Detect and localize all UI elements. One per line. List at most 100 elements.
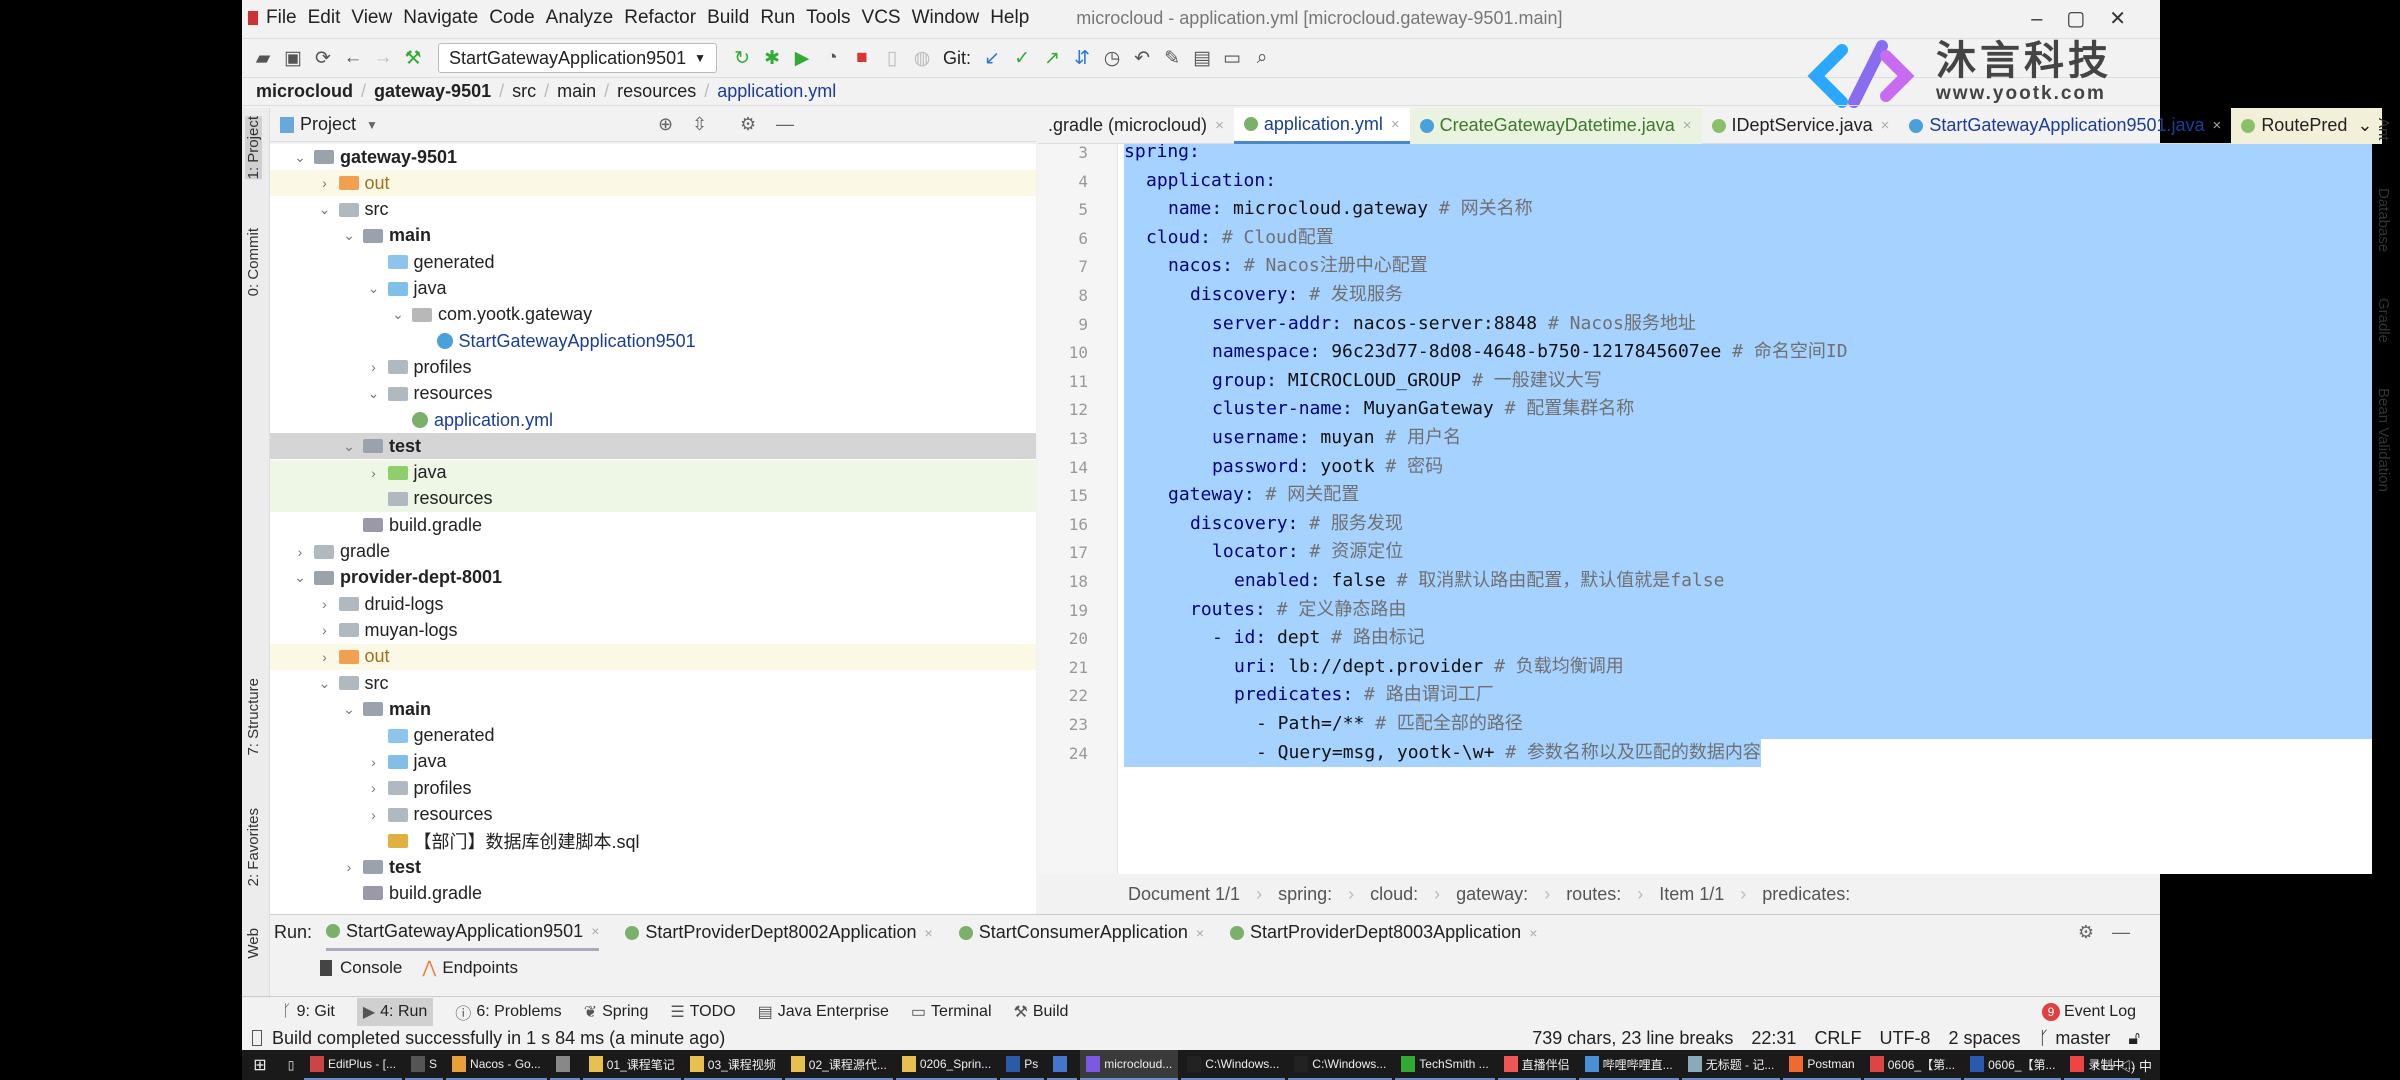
tree-item[interactable]: › resources: [270, 802, 1036, 828]
tool-window-build[interactable]: ⚒ Build: [1014, 1002, 1069, 1022]
taskbar-item[interactable]: 0206_Sprin...: [895, 1050, 998, 1080]
tree-item[interactable]: › muyan-logs: [270, 617, 1036, 643]
status-message[interactable]: Build completed successfully in 1 s 84 m…: [272, 1028, 725, 1049]
tree-item[interactable]: ⌄ test: [270, 433, 1036, 460]
code-line[interactable]: cluster-name: MuyanGateway # 配置集群名称: [1124, 395, 2372, 424]
status-encoding[interactable]: UTF-8: [1879, 1028, 1930, 1049]
close-icon[interactable]: ×: [1196, 925, 1204, 941]
window-controls[interactable]: –▢✕: [2031, 6, 2150, 31]
tool-window-problems[interactable]: ⓘ 6: Problems: [455, 1000, 561, 1024]
stripe-commit[interactable]: 0: Commit: [245, 228, 262, 296]
taskbar-item[interactable]: C:\Windows...: [1288, 1050, 1393, 1080]
rerun-icon[interactable]: ↻: [727, 47, 757, 70]
taskbar-item[interactable]: 哔哩哔哩直...: [1578, 1050, 1679, 1080]
hide-icon[interactable]: —: [776, 114, 794, 135]
run-tab[interactable]: StartGatewayApplication9501 ×: [326, 915, 600, 951]
chevron-right-icon[interactable]: ›: [364, 465, 384, 481]
menu-file[interactable]: File: [266, 7, 297, 29]
chevron-right-icon[interactable]: ›: [315, 596, 335, 612]
chevron-down-icon[interactable]: ⌄: [290, 149, 310, 166]
tree-item[interactable]: resources: [270, 485, 1036, 512]
tree-item[interactable]: › test: [270, 854, 1036, 880]
coverage-icon[interactable]: ▶: [787, 47, 817, 70]
yaml-breadcrumb-item[interactable]: spring:: [1278, 884, 1332, 905]
breadcrumb-item[interactable]: application.yml: [717, 81, 836, 102]
taskbar-item[interactable]: [549, 1050, 580, 1080]
gear-icon[interactable]: ⚙: [740, 114, 756, 135]
code-line[interactable]: discovery: # 发现服务: [1124, 281, 2372, 310]
taskbar-item[interactable]: [1047, 1050, 1078, 1080]
chevron-down-icon[interactable]: ⌄: [388, 306, 408, 323]
run-tab[interactable]: StartProviderDept8002Application ×: [625, 915, 933, 951]
status-line-separator[interactable]: CRLF: [1814, 1028, 1861, 1049]
menu-navigate[interactable]: Navigate: [403, 7, 478, 29]
stripe-project[interactable]: 1: Project: [245, 116, 262, 180]
breadcrumb-item[interactable]: main: [557, 81, 596, 102]
code-line[interactable]: server-addr: nacos-server:8848 # Nacos服务…: [1124, 309, 2372, 339]
code-line[interactable]: - Path=/** # 匹配全部的路径: [1124, 710, 2372, 739]
chevron-down-icon[interactable]: ⌄: [364, 280, 384, 297]
taskbar-item[interactable]: 03_课程视频: [683, 1050, 782, 1080]
tree-item[interactable]: ⌄ provider-dept-8001: [270, 565, 1036, 591]
yaml-breadcrumb-item[interactable]: Item 1/1: [1659, 884, 1724, 905]
editor-tab[interactable]: .gradle (microcloud) ×: [1038, 108, 1234, 144]
collapse-icon[interactable]: ⇳: [692, 114, 707, 135]
tree-item[interactable]: › profiles: [270, 354, 1036, 380]
device-icon[interactable]: ▯: [877, 47, 907, 70]
close-icon[interactable]: ×: [2213, 117, 2222, 134]
breadcrumb-item[interactable]: resources: [617, 81, 696, 102]
stripe-ant[interactable]: Ant: [2375, 118, 2392, 141]
code-line[interactable]: nacos: # Nacos注册中心配置: [1124, 252, 2372, 281]
chevron-right-icon[interactable]: ›: [315, 649, 335, 665]
breadcrumb-item[interactable]: gateway-9501: [374, 81, 491, 102]
code-line[interactable]: discovery: # 服务发现: [1124, 509, 2372, 539]
tree-item[interactable]: › gradle: [270, 539, 1036, 565]
terminal-icon[interactable]: ▭: [1217, 47, 1247, 70]
taskbar-item[interactable]: Nacos - Go...: [446, 1050, 547, 1080]
stripe-structure[interactable]: 7: Structure: [245, 678, 262, 756]
console-tab[interactable]: Console: [340, 958, 402, 978]
lock-icon[interactable]: 🔓︎: [2128, 1028, 2140, 1049]
tool-window-todo[interactable]: ☰ TODO: [670, 1002, 735, 1022]
search-icon[interactable]: ⌕: [1247, 47, 1277, 69]
menu-edit[interactable]: Edit: [308, 7, 341, 29]
chevron-right-icon[interactable]: ›: [290, 544, 310, 560]
chevron-down-icon[interactable]: ▼: [366, 118, 378, 132]
menu-analyze[interactable]: Analyze: [546, 7, 614, 29]
event-log-button[interactable]: 9 Event Log: [2041, 1002, 2136, 1021]
close-icon[interactable]: ×: [591, 923, 599, 939]
debug-icon[interactable]: ✱: [757, 47, 787, 70]
menu-vcs[interactable]: VCS: [862, 7, 901, 29]
close-icon[interactable]: ×: [1881, 117, 1890, 134]
close-icon[interactable]: ×: [1215, 117, 1224, 134]
editor-tab[interactable]: IDeptService.java ×: [1702, 108, 1900, 144]
tree-item[interactable]: ⌄ com.yootk.gateway: [270, 302, 1036, 328]
code-editor[interactable]: 3456789101112131415161718192021222324 ✓2…: [1038, 144, 2372, 874]
status-indent[interactable]: 2 spaces: [1948, 1028, 2020, 1049]
code-line[interactable]: group: MICROCLOUD_GROUP # 一般建议大写: [1124, 366, 2372, 396]
editor-tab[interactable]: RoutePred ⌄: [2231, 107, 2383, 144]
editor-tab[interactable]: application.yml ×: [1233, 107, 1410, 144]
stripe-database[interactable]: Database: [2375, 188, 2392, 252]
taskbar-item[interactable]: 0606_【第...: [1863, 1050, 1962, 1080]
build-hammer-icon[interactable]: ⚒: [398, 47, 428, 70]
tree-item[interactable]: › java: [270, 749, 1036, 775]
tree-item[interactable]: build.gradle: [270, 512, 1036, 538]
code-line[interactable]: name: microcloud.gateway # 网关名称: [1124, 195, 2372, 224]
editor-tab[interactable]: StartGatewayApplication9501.java ×: [1899, 108, 2231, 144]
chevron-down-icon[interactable]: ⌄: [339, 227, 359, 244]
yaml-breadcrumb-item[interactable]: gateway:: [1456, 884, 1528, 905]
task-view-icon[interactable]: ▯: [278, 1058, 304, 1072]
history-icon[interactable]: ◷: [1097, 47, 1127, 70]
breadcrumb-item[interactable]: src: [512, 81, 536, 102]
taskbar-item[interactable]: Postman: [1783, 1050, 1861, 1080]
code-line[interactable]: uri: lb://dept.provider # 负载均衡调用: [1124, 652, 2372, 682]
chevron-down-icon[interactable]: ⌄: [290, 569, 310, 586]
tree-item[interactable]: generated: [270, 723, 1036, 749]
chevron-down-icon[interactable]: ⌄: [2357, 115, 2372, 136]
attach-icon[interactable]: ◍: [907, 47, 937, 70]
taskbar-item[interactable]: Ps: [1000, 1050, 1045, 1080]
taskbar-item[interactable]: microcloud...: [1080, 1050, 1179, 1080]
tree-item[interactable]: ⌄ main: [270, 223, 1036, 249]
menu-run[interactable]: Run: [760, 7, 795, 29]
